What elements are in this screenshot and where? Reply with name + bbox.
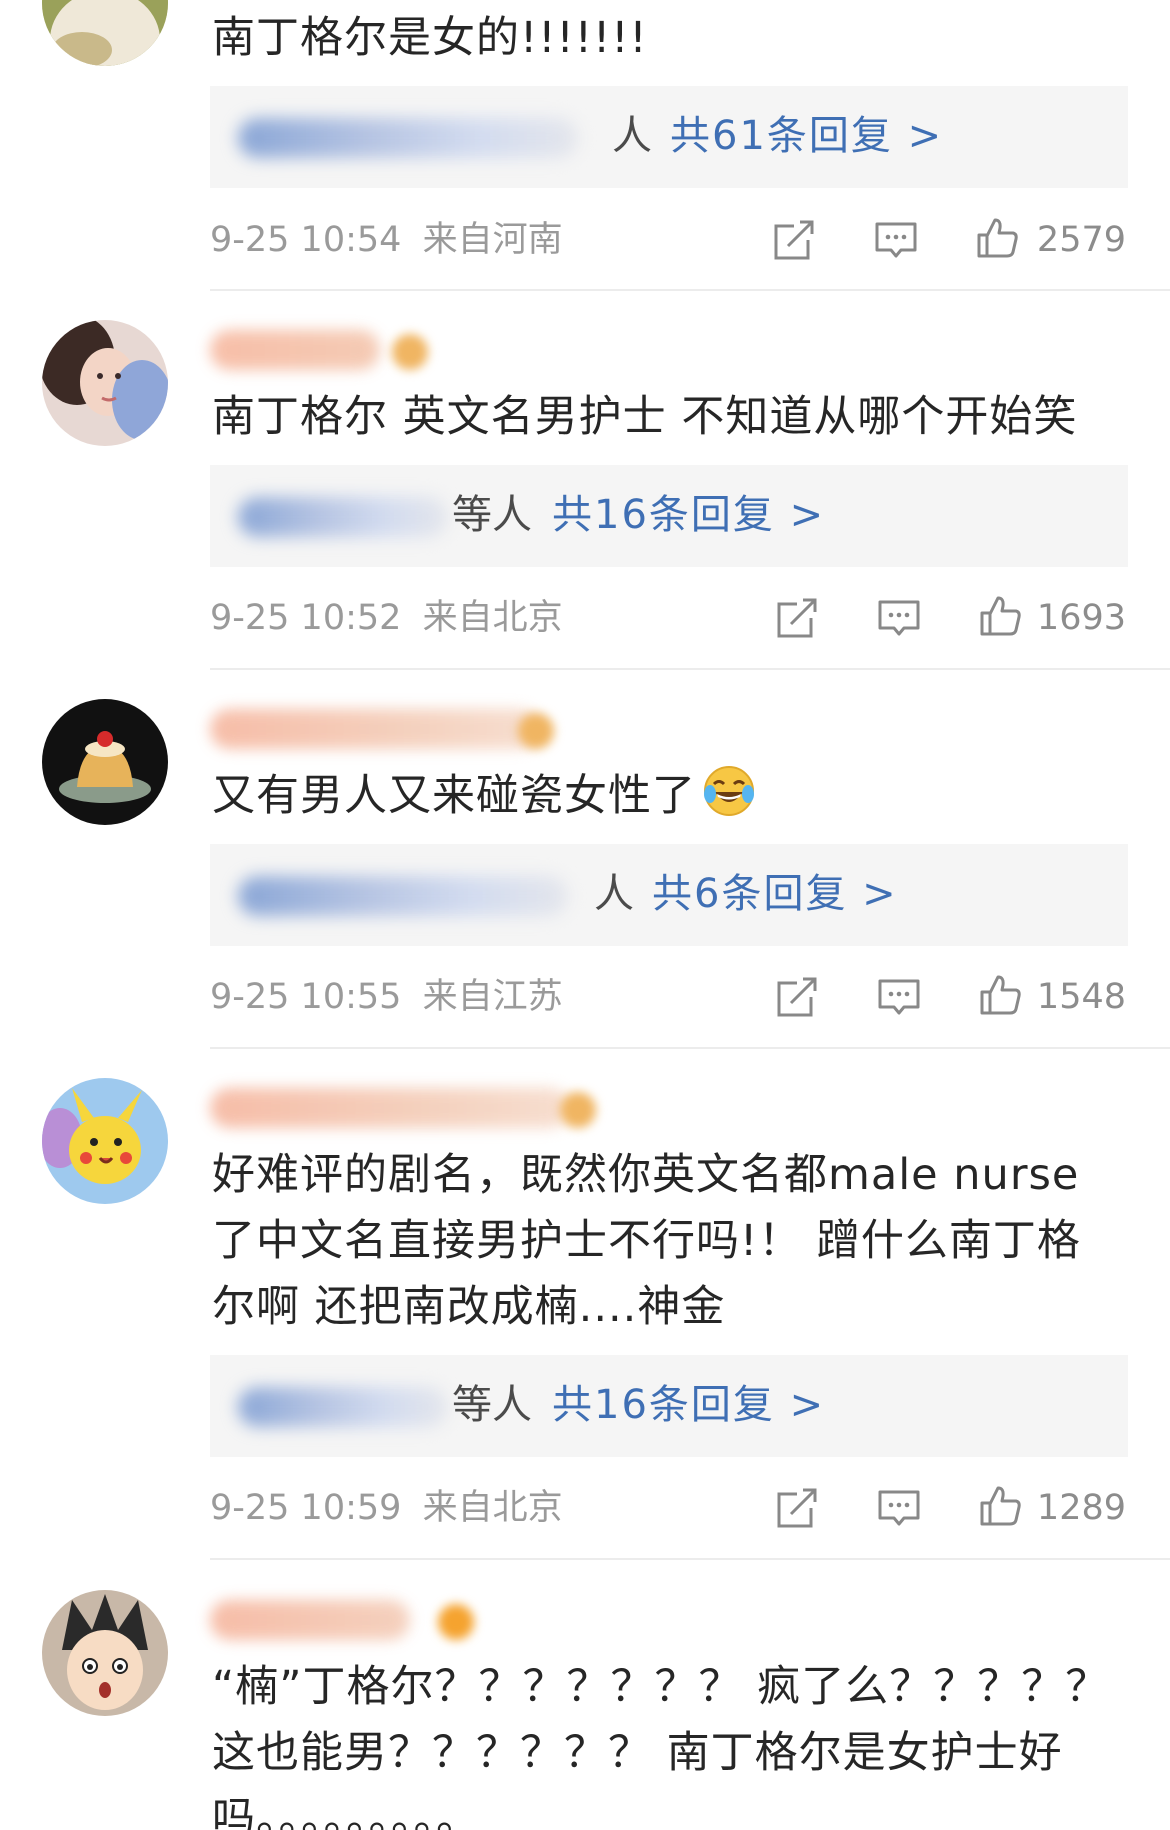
reply-names-blurred (238, 118, 578, 158)
reply-names-suffix: 人 (594, 871, 634, 917)
like-count: 2579 (1036, 220, 1126, 260)
comment-text: 好难评的剧名，既然你英文名都male nurse了中文名直接男护士不行吗!！ 蹭… (212, 1150, 1081, 1332)
thumbs-up-icon[interactable] (978, 1484, 1022, 1528)
reply-count-link[interactable]: 共6条回复 > (652, 866, 898, 922)
avatar-image (42, 0, 168, 66)
user-badge-icon (438, 1604, 474, 1640)
username-blurred[interactable] (210, 709, 540, 749)
avatar[interactable] (42, 1590, 168, 1716)
comment-icon[interactable] (877, 596, 921, 640)
comment-icon[interactable] (877, 1486, 921, 1530)
comment-time: 9-25 10:52 (210, 598, 402, 638)
comment-text: 南丁格尔是女的!!!!!!! (212, 13, 648, 63)
laugh-cry-emoji-icon (704, 766, 754, 816)
comment-icon[interactable] (874, 218, 918, 262)
comment-meta: 9-25 10:52 来自北京 (210, 593, 563, 643)
like-count: 1289 (1036, 1488, 1126, 1528)
avatar-image (42, 699, 168, 825)
share-icon[interactable] (772, 218, 816, 262)
reply-count-link[interactable]: 共16条回复 > (552, 1377, 825, 1433)
reply-preview[interactable]: 等人 共16条回复 > (210, 1355, 1128, 1457)
reply-names-blurred (238, 497, 448, 537)
comment-location: 来自河南 (422, 220, 563, 260)
divider (210, 289, 1170, 291)
thumbs-up-icon[interactable] (978, 973, 1022, 1017)
reply-count-link[interactable]: 共61条回复 > (670, 108, 943, 164)
user-badge-icon (560, 1092, 596, 1128)
thumbs-up-icon[interactable] (975, 216, 1019, 260)
user-badge-icon (392, 334, 428, 370)
user-badge-icon (518, 713, 554, 749)
avatar[interactable] (42, 320, 168, 446)
comment-text: 南丁格尔 英文名男护士 不知道从哪个开始笑 (212, 392, 1078, 442)
share-icon[interactable] (775, 975, 819, 1019)
comment-text-body: 又有男人又来碰瓷女性了 (212, 771, 696, 821)
comment-icon[interactable] (877, 975, 921, 1019)
comment-time: 9-25 10:55 (210, 977, 402, 1017)
avatar-image (42, 1078, 168, 1204)
thumbs-up-icon[interactable] (978, 594, 1022, 638)
comment-location: 来自北京 (422, 598, 563, 638)
share-icon[interactable] (775, 596, 819, 640)
like-count: 1548 (1036, 977, 1126, 1017)
reply-names-blurred (238, 876, 568, 916)
reply-preview[interactable]: 人 共61条回复 > (210, 86, 1128, 188)
like-count: 1693 (1036, 598, 1126, 638)
username-blurred[interactable] (210, 1600, 410, 1640)
comment-meta: 9-25 10:54 来自河南 (210, 215, 563, 265)
reply-names-blurred (238, 1387, 448, 1427)
reply-names-suffix: 人 (612, 113, 652, 159)
avatar[interactable] (42, 1078, 168, 1204)
avatar[interactable] (42, 699, 168, 825)
divider (210, 1047, 1170, 1049)
share-icon[interactable] (775, 1486, 819, 1530)
comment-location: 来自北京 (422, 1488, 563, 1528)
comment-time: 9-25 10:54 (210, 220, 402, 260)
avatar-image (42, 1590, 168, 1716)
username-blurred[interactable] (210, 1088, 570, 1128)
reply-preview[interactable]: 等人 共16条回复 > (210, 465, 1128, 567)
avatar-image (42, 320, 168, 446)
comment-feed: 南丁格尔是女的!!!!!!! 人 共61条回复 > 9-25 10:54 来自河… (0, 0, 1170, 1830)
divider (210, 1558, 1170, 1560)
comment-location: 来自江苏 (422, 977, 563, 1017)
comment-text: 又有男人又来碰瓷女性了 (212, 763, 1132, 829)
comment-meta: 9-25 10:55 来自江苏 (210, 972, 563, 1022)
comment-meta: 9-25 10:59 来自北京 (210, 1483, 563, 1533)
reply-count-link[interactable]: 共16条回复 > (552, 487, 825, 543)
comment-time: 9-25 10:59 (210, 1488, 402, 1528)
reply-names-suffix: 等人 (452, 492, 532, 538)
reply-preview[interactable]: 人 共6条回复 > (210, 844, 1128, 946)
comment-text: “楠”丁格尔？？？？？？？ 疯了么？？？？？ 这也能男？？？？？？ 南丁格尔是女… (212, 1662, 1110, 1830)
username-blurred[interactable] (210, 330, 380, 370)
avatar[interactable] (42, 0, 168, 66)
reply-names-suffix: 等人 (452, 1382, 532, 1428)
divider (210, 668, 1170, 670)
